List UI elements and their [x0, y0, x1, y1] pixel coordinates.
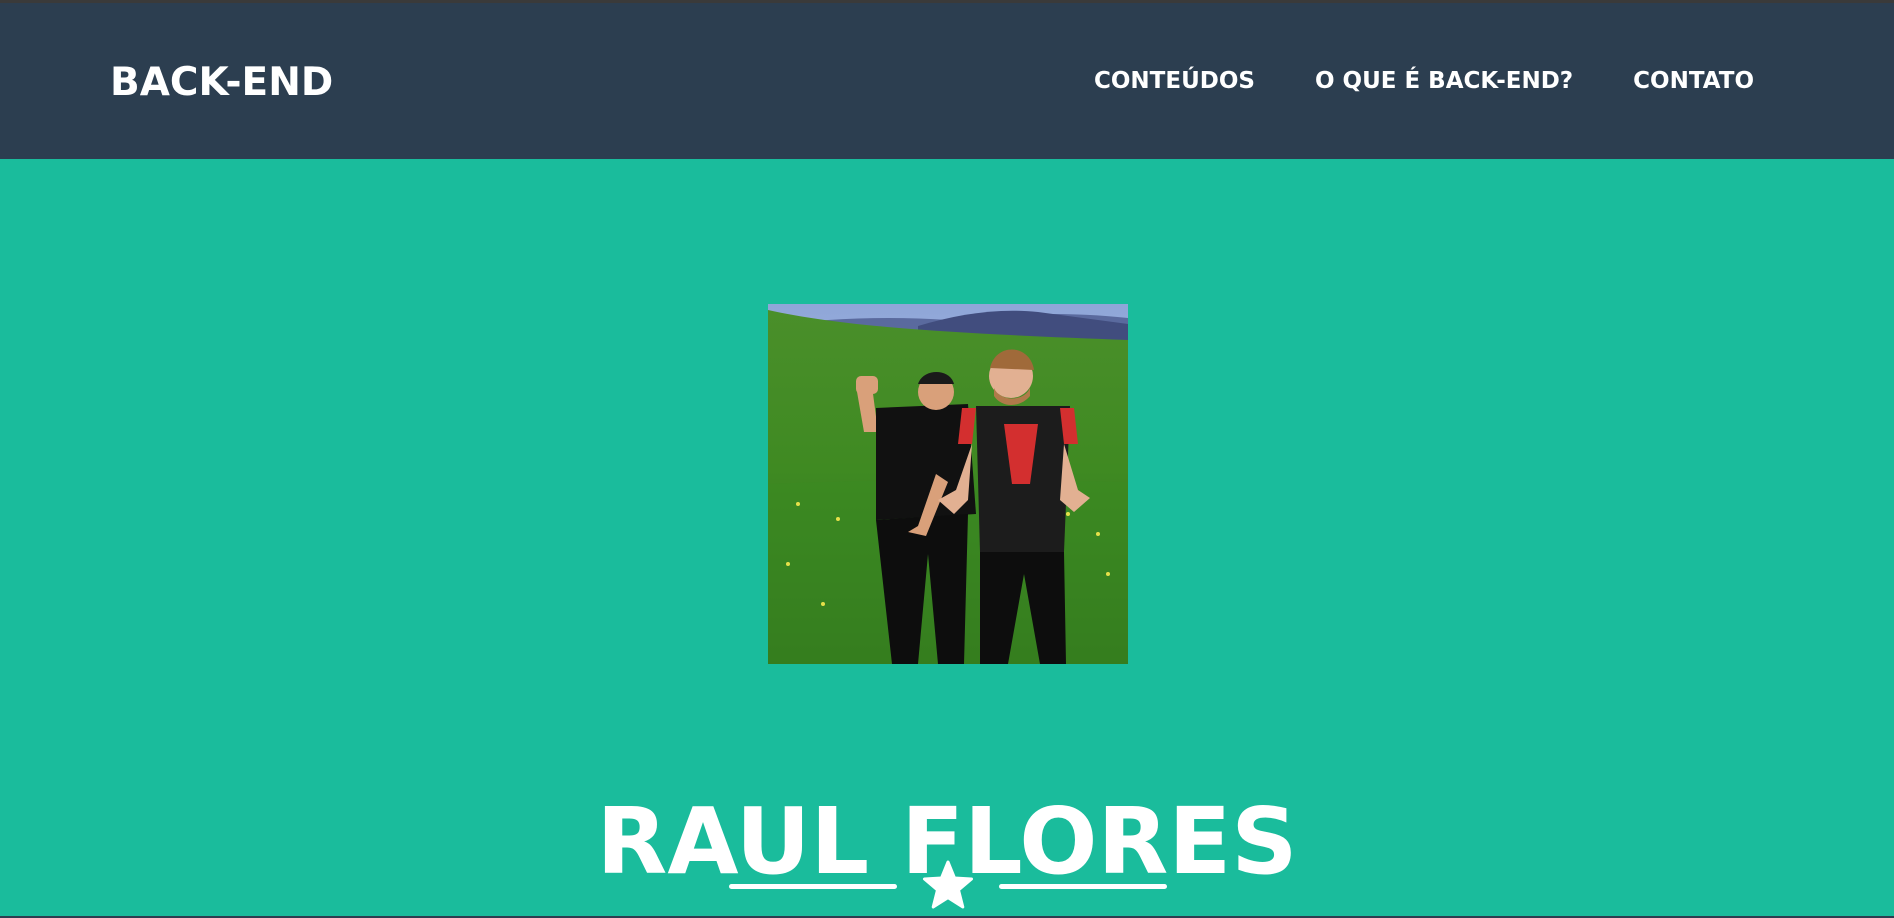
nav-link-o-que-e-back-end[interactable]: O QUE É BACK-END? — [1315, 66, 1573, 96]
divider-line-right — [999, 884, 1167, 889]
brand-link[interactable]: BACK-END — [110, 59, 333, 107]
star-icon — [923, 860, 973, 909]
navbar: BACK-END CONTEÚDOS O QUE É BACK-END? CON… — [0, 3, 1894, 159]
avatar-photo — [768, 304, 1128, 664]
avatar-image — [768, 304, 1128, 664]
nav-link-conteudos[interactable]: CONTEÚDOS — [1094, 66, 1255, 96]
divider-line-left — [729, 884, 897, 889]
star-divider — [728, 860, 1168, 910]
nav-links: CONTEÚDOS O QUE É BACK-END? CONTATO — [1094, 66, 1754, 96]
nav-link-contato[interactable]: CONTATO — [1633, 66, 1754, 96]
